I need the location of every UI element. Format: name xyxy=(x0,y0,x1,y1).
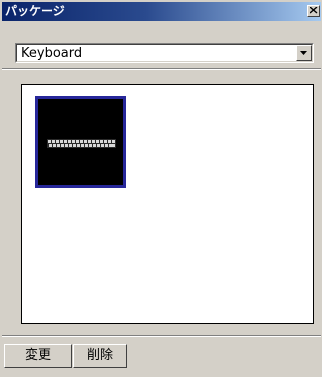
dropdown-button[interactable] xyxy=(296,45,312,61)
separator xyxy=(2,335,321,337)
window-title: パッケージ xyxy=(5,4,65,18)
package-select[interactable]: Keyboard xyxy=(15,43,314,63)
keyboard-icon xyxy=(47,139,116,148)
close-button[interactable] xyxy=(307,5,320,17)
package-select-value: Keyboard xyxy=(21,46,83,61)
title-bar[interactable]: パッケージ xyxy=(2,2,321,21)
package-window: パッケージ Keyboard 変更 削除 xyxy=(0,0,323,378)
separator xyxy=(2,68,321,70)
close-icon xyxy=(310,7,318,14)
package-list[interactable] xyxy=(21,84,314,324)
delete-button[interactable]: 削除 xyxy=(73,344,127,368)
package-item-keyboard[interactable] xyxy=(35,96,126,188)
chevron-down-icon xyxy=(300,51,307,55)
change-button[interactable]: 変更 xyxy=(4,344,72,368)
